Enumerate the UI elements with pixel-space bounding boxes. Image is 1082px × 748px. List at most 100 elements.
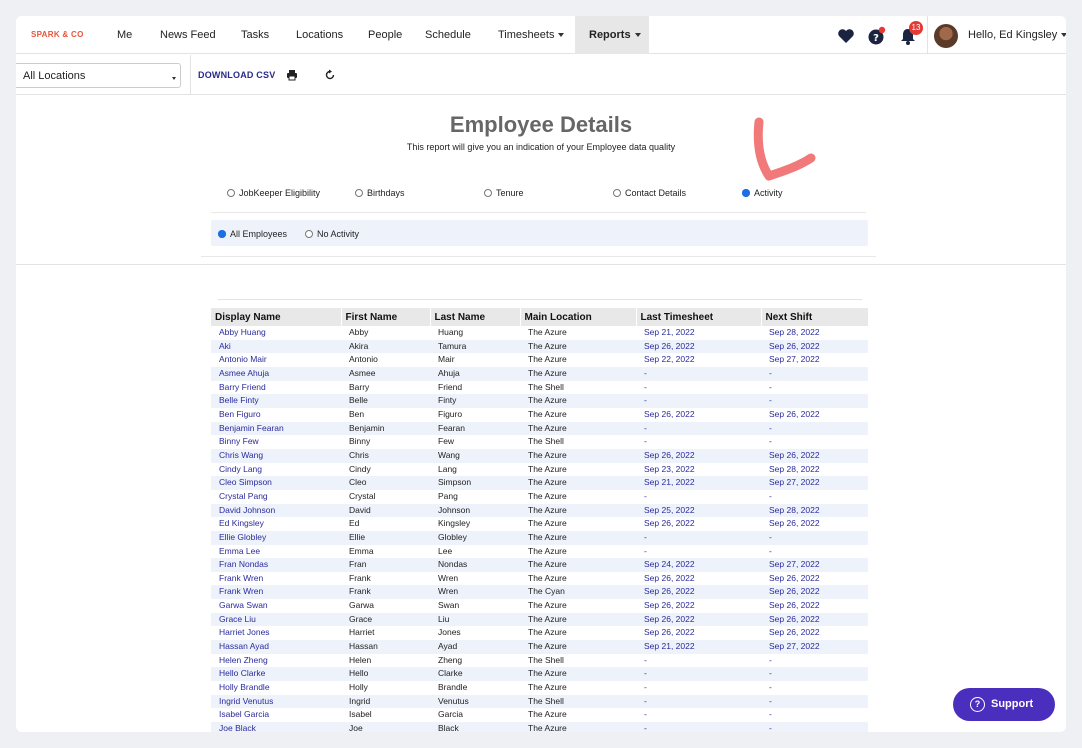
employee-name-link[interactable]: Benjamin Fearan: [211, 421, 341, 436]
table-cell: The Azure: [520, 339, 636, 354]
employee-name-link[interactable]: Helen Zheng: [211, 654, 341, 668]
employee-name-link[interactable]: Binny Few: [211, 435, 341, 449]
print-icon[interactable]: [286, 69, 298, 81]
employee-name-link[interactable]: Hello Clarke: [211, 667, 341, 682]
report-option-birthdays[interactable]: Birthdays: [355, 188, 405, 202]
employee-name-link[interactable]: Cleo Simpson: [211, 476, 341, 490]
report-option-activity[interactable]: Activity: [742, 188, 783, 202]
employee-name-link[interactable]: David Johnson: [211, 503, 341, 518]
table-row: Frank Wren Frank Wren The Azure Sep 26, 2022…: [211, 572, 868, 586]
employee-name-link[interactable]: Aki: [211, 339, 341, 354]
employee-name-link[interactable]: Asmee Ahuja: [211, 366, 341, 381]
column-header[interactable]: Next Shift: [761, 308, 869, 326]
table-cell: The Shell: [528, 436, 564, 447]
next-shift-cell: Sep 27, 2022: [761, 558, 868, 572]
table-row: Chris Wang Chris Wang The Azure Sep 26, 2022…: [211, 448, 868, 463]
next-shift-cell: Sep 26, 2022: [769, 572, 820, 583]
nav-item-schedule[interactable]: Schedule: [425, 16, 471, 54]
location-select[interactable]: All Locations: [16, 63, 181, 88]
table-cell: Zheng: [438, 654, 463, 665]
heart-icon[interactable]: [836, 26, 856, 46]
employee-name-link[interactable]: Holly Brandle: [211, 681, 341, 695]
report-option-label: Activity: [754, 188, 783, 198]
employee-name-link[interactable]: Abby Huang: [211, 326, 341, 340]
employee-name-link[interactable]: Isabel Garcia: [211, 708, 341, 722]
employee-name-link[interactable]: Barry Friend: [211, 381, 341, 395]
next-shift-cell: -: [761, 694, 868, 709]
column-header[interactable]: Main Location: [520, 308, 637, 326]
table-cell: Garcia: [438, 709, 464, 720]
brand-logo[interactable]: SPARK & CO: [31, 30, 84, 39]
employee-name-link[interactable]: Cindy Lang: [211, 463, 341, 477]
next-shift-cell: -: [769, 709, 772, 720]
employee-name-link[interactable]: Grace Liu: [211, 612, 341, 627]
nav-item-me[interactable]: Me: [117, 16, 132, 54]
nav-item-news-feed[interactable]: News Feed: [160, 16, 216, 54]
notification-badge: 13: [909, 21, 923, 35]
table-cell: Harriet: [349, 627, 375, 638]
report-option-jobkeeper[interactable]: JobKeeper Eligibility: [227, 188, 320, 202]
user-menu[interactable]: Hello, Ed Kingsley: [968, 16, 1066, 54]
report-option-tenure[interactable]: Tenure: [484, 188, 524, 202]
table-cell: Cleo: [341, 476, 430, 490]
employee-name-link[interactable]: Frank Wren: [211, 585, 341, 600]
table-cell: Figuro: [438, 408, 463, 419]
table-cell: Ellie: [341, 530, 430, 545]
employee-name-link[interactable]: Antonio Mair: [211, 353, 341, 367]
refresh-icon[interactable]: [324, 69, 336, 81]
column-header[interactable]: Last Name: [430, 308, 521, 326]
employee-name-link[interactable]: Ben Figuro: [211, 408, 341, 422]
employee-name-link[interactable]: Joe Black: [211, 722, 341, 732]
table-cell: Asmee: [341, 366, 430, 381]
last-timesheet-cell: Sep 25, 2022: [636, 503, 761, 518]
employee-name-link[interactable]: Ingrid Venutus: [211, 694, 341, 709]
employee-name-link[interactable]: Frank Wren: [211, 572, 341, 586]
nav-item-locations[interactable]: Locations: [296, 16, 343, 54]
checkmark-annotation-icon: [753, 117, 816, 181]
table-cell: The Azure: [528, 490, 567, 501]
table-cell: Frank: [341, 585, 430, 600]
table-cell: The Shell: [528, 381, 564, 392]
employee-name-link[interactable]: Fran Nondas: [211, 558, 341, 572]
last-timesheet-cell: Sep 26, 2022: [644, 572, 695, 583]
table-row: Isabel Garcia Isabel Garcia The Azure - -: [211, 708, 868, 722]
column-header[interactable]: First Name: [341, 308, 431, 326]
table-cell: The Azure: [520, 476, 636, 490]
nav-item-reports[interactable]: Reports: [575, 16, 649, 54]
column-header[interactable]: Display Name: [211, 308, 342, 326]
avatar[interactable]: [934, 24, 958, 48]
help-icon[interactable]: ?: [867, 26, 887, 46]
support-button[interactable]: ? Support: [953, 688, 1055, 721]
report-option-label: Birthdays: [367, 188, 405, 198]
table-cell: Globley: [430, 530, 520, 545]
table-row: Antonio Mair Antonio Mair The Azure Sep 22, …: [211, 353, 868, 367]
employee-name-link[interactable]: Garwa Swan: [211, 599, 341, 613]
next-shift-cell: Sep 26, 2022: [761, 448, 868, 463]
table-cell: Finty: [430, 394, 520, 408]
employee-name-link[interactable]: Hassan Ayad: [211, 640, 341, 654]
table-cell: Abby: [349, 327, 369, 337]
last-timesheet-cell: Sep 26, 2022: [644, 518, 695, 529]
table-cell: Few: [438, 436, 455, 447]
column-header[interactable]: Last Timesheet: [636, 308, 762, 326]
employee-name-link[interactable]: Chris Wang: [211, 448, 341, 463]
employee-name-link[interactable]: Ellie Globley: [211, 530, 341, 545]
employee-name-link[interactable]: Crystal Pang: [211, 490, 341, 504]
report-option-contact-details[interactable]: Contact Details: [613, 188, 686, 202]
filter-no-activity[interactable]: No Activity: [305, 229, 359, 239]
table-cell: Hassan: [341, 640, 430, 654]
table-row: Ben Figuro Ben Figuro The Azure Sep 26, 2022…: [211, 408, 868, 422]
employee-name-link[interactable]: Harriet Jones: [211, 626, 341, 640]
nav-item-people[interactable]: People: [368, 16, 402, 54]
employee-name-link[interactable]: Ed Kingsley: [211, 517, 341, 531]
table-cell: Johnson: [430, 503, 520, 518]
download-csv-button[interactable]: DOWNLOAD CSV: [198, 70, 275, 80]
employee-name-link[interactable]: Belle Finty: [211, 394, 341, 408]
nav-item-tasks[interactable]: Tasks: [241, 16, 269, 54]
filter-all-employees[interactable]: All Employees: [218, 229, 287, 239]
nav-item-timesheets[interactable]: Timesheets: [498, 16, 565, 54]
table-cell: Frank: [349, 572, 371, 583]
table-cell: The Azure: [528, 709, 567, 720]
next-shift-cell: -: [761, 394, 868, 408]
employee-name-link[interactable]: Emma Lee: [211, 545, 341, 559]
